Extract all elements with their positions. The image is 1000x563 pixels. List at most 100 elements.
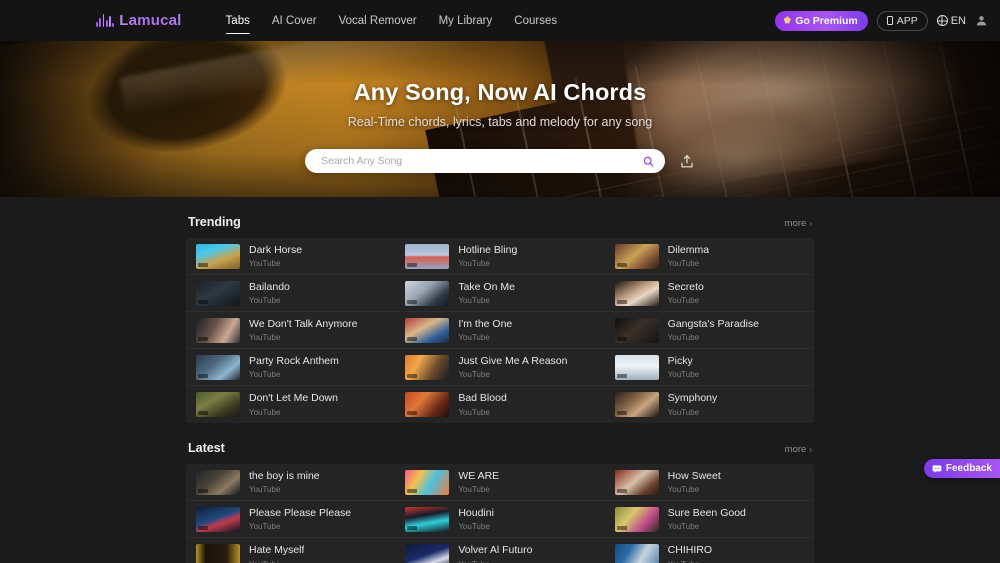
nav-item-ai-cover[interactable]: AI Cover	[272, 0, 317, 41]
section-header: Latest more ›	[186, 441, 814, 455]
song-meta: Don't Let Me Down YouTube	[249, 392, 338, 417]
song-title: Bailando	[249, 280, 290, 293]
header-actions: ♚ Go Premium APP EN	[775, 10, 988, 31]
song-meta: Picky YouTube	[668, 355, 699, 380]
song-meta: Bailando YouTube	[249, 281, 290, 306]
song-meta: CHIHIROYouTube	[668, 544, 712, 563]
go-premium-button[interactable]: ♚ Go Premium	[775, 10, 868, 31]
song-list-item[interactable]: Dilemma YouTube	[604, 238, 814, 275]
song-list-item[interactable]: Volver Al FuturoYouTube	[395, 538, 604, 563]
song-meta: Please Please Please YouTube	[249, 507, 351, 532]
song-thumbnail	[614, 506, 659, 532]
nav-label: Vocal Remover	[338, 14, 417, 27]
app-label: APP	[896, 14, 918, 27]
song-list-item[interactable]: Hotline Bling YouTube	[395, 238, 605, 275]
search-box[interactable]	[305, 149, 665, 173]
song-source: YouTube	[667, 333, 700, 343]
song-list-item[interactable]: We Don't Talk Anymore YouTube	[186, 312, 396, 349]
song-list-item[interactable]: I'm the One YouTube	[395, 312, 605, 349]
latest-more-link[interactable]: more ›	[785, 444, 812, 455]
song-source: YouTube	[667, 370, 700, 380]
go-premium-label: Go Premium	[795, 14, 858, 27]
song-title: Please Please Please	[249, 506, 352, 519]
feedback-button[interactable]: Feedback	[923, 459, 1000, 478]
song-meta: Bad Blood YouTube	[458, 392, 506, 417]
song-title: Don't Let Me Down	[249, 392, 338, 405]
song-source: YouTube	[667, 296, 700, 306]
song-thumbnail	[405, 469, 450, 495]
app-button[interactable]: APP	[876, 10, 928, 31]
song-meta: Dark Horse YouTube	[249, 244, 302, 269]
song-list-item[interactable]: the boy is mine YouTube	[186, 464, 396, 501]
site-header: Lamucal Tabs AI Cover Vocal Remover My L…	[0, 0, 1000, 41]
more-label: more	[784, 444, 807, 455]
search-input[interactable]	[321, 155, 642, 167]
song-list-item[interactable]: WE ARE YouTube	[395, 464, 605, 501]
song-list-item[interactable]: Bailando YouTube	[186, 275, 396, 312]
song-meta: Secreto YouTube	[668, 281, 704, 306]
song-title: Secreto	[667, 280, 704, 293]
song-list-item[interactable]: CHIHIROYouTube	[605, 538, 814, 563]
song-title: How Sweet	[667, 469, 721, 482]
song-source: YouTube	[458, 485, 490, 495]
upload-icon[interactable]	[679, 153, 695, 170]
song-meta: Hate MyselfYouTube	[249, 544, 304, 563]
song-thumbnail	[196, 354, 240, 380]
song-source: YouTube	[458, 333, 490, 343]
logo[interactable]: Lamucal	[96, 12, 182, 29]
song-list-item[interactable]: Symphony YouTube	[605, 386, 814, 423]
song-source: YouTube	[458, 407, 490, 417]
search-icon[interactable]	[642, 155, 655, 168]
song-source: YouTube	[667, 485, 700, 495]
song-source: YouTube	[667, 407, 700, 417]
search-row	[305, 149, 695, 173]
song-title: Volver Al Futuro	[458, 544, 533, 557]
song-meta: the boy is mine YouTube	[249, 470, 320, 495]
nav-item-vocal-remover[interactable]: Vocal Remover	[339, 0, 417, 41]
song-list-item[interactable]: Dark Horse YouTube	[186, 238, 396, 275]
section-header: Trending more ›	[186, 215, 814, 229]
song-list-item[interactable]: Houdini YouTube	[395, 501, 605, 538]
song-list-item[interactable]: Hate MyselfYouTube	[186, 538, 395, 563]
song-title: Hotline Bling	[458, 243, 518, 256]
song-title: I'm the One	[458, 317, 513, 330]
song-list-item[interactable]: Just Give Me A Reason YouTube	[395, 349, 605, 386]
song-list-item[interactable]: Gangsta's Paradise YouTube	[604, 312, 814, 349]
song-list-item[interactable]: Take On Me YouTube	[395, 275, 605, 312]
nav-item-my-library[interactable]: My Library	[439, 0, 493, 41]
song-list-item[interactable]: Sure Been Good YouTube	[604, 501, 814, 538]
song-list-item[interactable]: Party Rock Anthem YouTube	[186, 349, 396, 386]
phone-icon	[886, 16, 893, 25]
song-meta: WE ARE YouTube	[458, 470, 499, 495]
feedback-label: Feedback	[945, 463, 992, 474]
nav-label: Courses	[514, 14, 558, 27]
more-label: more	[784, 218, 807, 229]
chevron-right-icon: ›	[809, 444, 812, 454]
hero-banner: Any Song, Now AI Chords Real-Time chords…	[0, 41, 1000, 197]
nav-label: My Library	[438, 14, 493, 27]
hero-title: Any Song, Now AI Chords	[353, 79, 647, 105]
song-thumbnail	[405, 544, 450, 563]
avatar-icon[interactable]	[975, 14, 988, 27]
song-source: YouTube	[249, 259, 281, 269]
song-list-item[interactable]: Secreto YouTube	[604, 275, 814, 312]
nav-item-tabs[interactable]: Tabs	[225, 0, 251, 41]
song-title: Symphony	[667, 392, 718, 405]
trending-more-link[interactable]: more ›	[785, 218, 812, 229]
song-list-item[interactable]: Please Please Please YouTube	[186, 501, 396, 538]
song-thumbnail	[405, 392, 450, 417]
song-list-item[interactable]: How Sweet YouTube	[604, 464, 814, 501]
song-title: the boy is mine	[249, 469, 320, 482]
song-title: Picky	[667, 354, 693, 367]
nav-item-courses[interactable]: Courses	[514, 0, 557, 41]
latest-song-grid: the boy is mine YouTube WE ARE YouTube How S…	[186, 464, 814, 563]
song-list-item[interactable]: Picky YouTube	[604, 349, 814, 386]
song-list-item[interactable]: Don't Let Me Down YouTube	[186, 386, 395, 423]
song-source: YouTube	[667, 259, 700, 269]
song-list-item[interactable]: Bad Blood YouTube	[395, 386, 604, 423]
song-meta: Symphony YouTube	[668, 392, 718, 417]
language-selector[interactable]: EN	[936, 15, 966, 27]
song-meta: Hotline Bling YouTube	[458, 244, 517, 269]
song-title: Party Rock Anthem	[249, 354, 339, 367]
song-thumbnail	[196, 317, 240, 343]
